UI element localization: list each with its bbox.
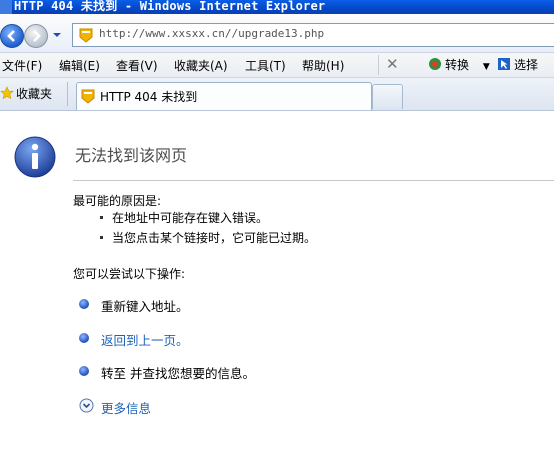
select-button[interactable]: 选择 xyxy=(497,56,538,73)
convert-icon xyxy=(429,58,441,70)
tab-bar: 收藏夹 HTTP 404 未找到 xyxy=(0,78,554,111)
favorites-label: 收藏夹 xyxy=(16,87,53,101)
cause-item: 在地址中可能存在键入错误。 xyxy=(100,209,268,226)
action-go-back: 返回到上一页。 xyxy=(79,330,379,348)
action-goto-site: 转至 并查找您想要的信息。 xyxy=(79,363,379,381)
title-bar: HTTP 404 未找到 - Windows Internet Explorer xyxy=(0,0,554,14)
info-icon xyxy=(14,136,56,178)
select-icon xyxy=(498,58,510,70)
forward-button[interactable] xyxy=(24,24,48,48)
bullet-dot xyxy=(100,236,103,239)
favorites-button[interactable]: 收藏夹 xyxy=(0,85,52,102)
bullet-ball-icon xyxy=(79,366,89,376)
menu-bar: 文件(F) 编辑(E) 查看(V) 收藏夹(A) 工具(T) 帮助(H) ✕ 转… xyxy=(0,53,554,78)
tab-divider xyxy=(67,82,68,106)
page-warning-icon xyxy=(79,28,93,43)
back-button[interactable] xyxy=(0,24,24,48)
select-label: 选择 xyxy=(514,58,539,72)
navigation-bar: http://www.xxsxx.cn//upgrade13.php xyxy=(0,14,554,53)
new-tab-button[interactable] xyxy=(372,84,403,109)
menu-favorites[interactable]: 收藏夹(A) xyxy=(174,57,228,74)
cause-text: 当您点击某个链接时，它可能已过期。 xyxy=(112,231,317,245)
page-title: 无法找到该网页 xyxy=(75,146,188,165)
cause-item: 当您点击某个链接时，它可能已过期。 xyxy=(100,229,316,246)
address-bar[interactable]: http://www.xxsxx.cn//upgrade13.php xyxy=(72,23,554,47)
bullet-ball-icon xyxy=(79,299,89,309)
chevron-down-icon[interactable]: ▼ xyxy=(483,62,490,72)
menu-help[interactable]: 帮助(H) xyxy=(302,57,344,74)
menu-view[interactable]: 查看(V) xyxy=(116,57,158,74)
recent-pages-dropdown-icon[interactable] xyxy=(52,30,62,40)
bullet-dot xyxy=(100,216,103,219)
page-content: 无法找到该网页 最可能的原因是: 在地址中可能存在键入错误。 当您点击某个链接时… xyxy=(0,111,554,473)
menu-tools[interactable]: 工具(T) xyxy=(245,57,286,74)
back-arrow-icon xyxy=(7,30,15,42)
action-retype-address: 重新键入地址。 xyxy=(79,296,379,314)
more-info-link[interactable]: 更多信息 xyxy=(101,398,151,417)
star-icon xyxy=(0,86,14,100)
close-toolbar-icon[interactable]: ✕ xyxy=(386,55,399,73)
causes-title: 最可能的原因是: xyxy=(73,194,162,208)
page-warning-icon xyxy=(81,89,95,104)
action-text: 重新键入地址。 xyxy=(101,299,189,314)
divider xyxy=(73,180,554,181)
ie-logo-icon xyxy=(0,0,12,14)
cause-text: 在地址中可能存在键入错误。 xyxy=(112,211,269,225)
tab-active[interactable]: HTTP 404 未找到 xyxy=(76,82,372,110)
menu-file[interactable]: 文件(F) xyxy=(2,57,42,74)
action-text: 转至 并查找您想要的信息。 xyxy=(101,366,255,381)
go-back-link[interactable]: 返回到上一页。 xyxy=(101,330,189,349)
tab-title: HTTP 404 未找到 xyxy=(100,90,198,104)
bullet-ball-icon xyxy=(79,333,89,343)
forward-arrow-icon xyxy=(33,30,41,42)
expand-chevron-icon[interactable] xyxy=(79,398,94,413)
window-title: HTTP 404 未找到 - Windows Internet Explorer xyxy=(14,0,326,13)
menu-separator xyxy=(378,55,379,75)
actions-title: 您可以尝试以下操作: xyxy=(73,267,186,281)
address-url[interactable]: http://www.xxsxx.cn//upgrade13.php xyxy=(99,27,324,40)
convert-label: 转换 xyxy=(445,58,470,72)
convert-button[interactable]: 转换 ▼ xyxy=(428,56,490,73)
more-info-row[interactable]: 更多信息 xyxy=(79,398,379,416)
menu-edit[interactable]: 编辑(E) xyxy=(59,57,100,74)
